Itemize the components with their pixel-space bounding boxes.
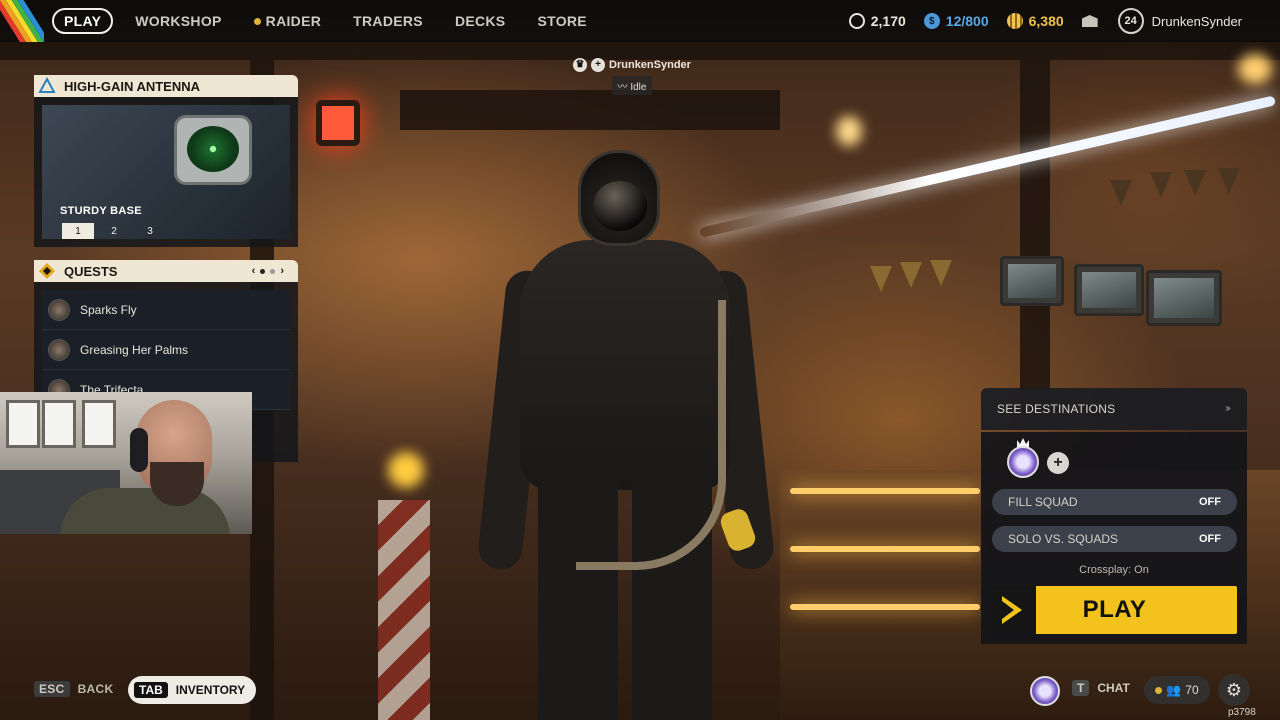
play-button-label: PLAY	[1082, 596, 1147, 623]
chat-avatar[interactable]	[1030, 676, 1060, 706]
top-navigation-bar: PLAY WORKSHOP RAIDER TRADERS DECKS STORE…	[0, 0, 1280, 42]
quests-header: QUESTS ‹ ›	[34, 260, 298, 282]
gear-icon[interactable]: ⚙	[1218, 674, 1250, 706]
streamer-webcam-overlay	[0, 392, 252, 534]
play-arrow-icon	[992, 586, 1036, 634]
coin-icon	[848, 13, 865, 29]
t-key-icon: T	[1072, 680, 1090, 696]
coins-value: 2,170	[870, 13, 906, 29]
see-destinations-button[interactable]: SEE DESTINATIONS ›››	[981, 388, 1247, 430]
inventory-button[interactable]: TAB INVENTORY	[128, 676, 256, 704]
tier-1-button[interactable]: 1	[62, 223, 94, 239]
back-label: BACK	[77, 682, 114, 696]
nav-decks[interactable]: DECKS	[445, 8, 516, 34]
player-nameplate: ♛ + DrunkenSynder 〰 Idle	[562, 58, 702, 95]
fill-squad-value: OFF	[1199, 496, 1221, 508]
online-dot-icon	[1155, 686, 1163, 694]
esc-key-icon: ESC	[34, 681, 70, 697]
chevron-right-icon[interactable]: ›	[280, 265, 284, 277]
nav-store[interactable]: STORE	[527, 8, 596, 34]
player-status: 〰 Idle	[611, 76, 653, 95]
quest-item[interactable]: Sparks Fly	[42, 290, 290, 330]
radar-monitor-icon	[174, 115, 252, 185]
nav-workshop[interactable]: WORKSHOP	[125, 8, 231, 34]
tier-3-button[interactable]: 3	[134, 223, 166, 239]
stash-capacity-value: 12/800	[945, 13, 989, 29]
profile-name: DrunkenSynder	[1151, 13, 1242, 29]
profile-button[interactable]: 24 DrunkenSynder	[1117, 8, 1242, 34]
coins-balance[interactable]: 2,170	[848, 13, 906, 29]
friends-count: 70	[1185, 683, 1199, 697]
crown-icon: ♛	[573, 58, 588, 72]
quest-diamond-icon	[39, 263, 55, 279]
double-chevron-right-icon: ›››	[1225, 403, 1231, 414]
notification-dot-icon	[253, 17, 261, 25]
tab-key-icon: TAB	[134, 682, 168, 698]
quests-title: QUESTS	[64, 263, 118, 279]
antenna-card[interactable]: STURDY BASE 1 2 3	[34, 97, 298, 247]
invite-squad-member-button[interactable]: +	[1047, 452, 1069, 474]
quest-name: Greasing Her Palms	[80, 342, 189, 357]
antenna-title: HIGH-GAIN ANTENNA	[64, 78, 201, 94]
quest-item[interactable]: Greasing Her Palms	[42, 330, 290, 370]
add-friend-icon[interactable]: +	[591, 58, 606, 72]
play-button[interactable]: PLAY	[992, 586, 1237, 634]
stash-icon: $	[923, 13, 940, 29]
back-hint[interactable]: ESC BACK	[34, 681, 113, 697]
page-dot	[270, 268, 276, 274]
antenna-subtitle: STURDY BASE	[60, 205, 142, 217]
squad-leader-avatar[interactable]	[1007, 446, 1039, 478]
antenna-image: STURDY BASE 1 2 3	[42, 105, 290, 239]
see-destinations-label: SEE DESTINATIONS	[997, 402, 1116, 416]
nav-traders[interactable]: TRADERS	[343, 8, 433, 34]
solo-vs-squads-toggle[interactable]: SOLO VS. SQUADS OFF	[992, 526, 1237, 552]
build-version: p3798	[1228, 707, 1256, 718]
nav-play[interactable]: PLAY	[52, 8, 114, 34]
nav-traders-label: TRADERS	[353, 13, 423, 29]
quest-giver-avatar	[48, 338, 70, 361]
page-dot-active	[260, 268, 266, 274]
currency-bar: 2,170 $ 12/800 6,380 24 DrunkenSynder	[848, 0, 1280, 42]
nav-raider-label: RAIDER	[265, 13, 322, 29]
headset-icon	[130, 428, 148, 472]
brand-stripes-logo	[0, 0, 44, 42]
solo-vs-squads-label: SOLO VS. SQUADS	[1008, 532, 1119, 546]
nav-workshop-label: WORKSHOP	[135, 13, 222, 29]
crossplay-status: Crossplay: On	[1079, 564, 1149, 576]
nav-play-label: PLAY	[64, 13, 102, 29]
nav-store-label: STORE	[537, 13, 587, 29]
tier-2-button[interactable]: 2	[98, 223, 130, 239]
player-tag-name: DrunkenSynder	[609, 59, 691, 71]
mail-icon[interactable]	[1081, 15, 1098, 27]
player-level-badge: 24	[1117, 8, 1144, 34]
stash-capacity[interactable]: $ 12/800	[923, 13, 989, 29]
credits-icon	[1006, 13, 1023, 29]
credits-balance[interactable]: 6,380	[1006, 13, 1064, 29]
chat-label: CHAT	[1097, 681, 1130, 695]
fill-squad-label: FILL SQUAD	[1008, 495, 1078, 509]
nav-raider[interactable]: RAIDER	[244, 8, 331, 34]
antenna-header[interactable]: HIGH-GAIN ANTENNA	[34, 75, 298, 97]
nav-decks-label: DECKS	[454, 13, 506, 29]
warning-triangle-icon	[38, 77, 56, 93]
quest-giver-avatar	[48, 298, 70, 321]
quest-name: Sparks Fly	[80, 302, 137, 317]
squad-panel: + FILL SQUAD OFF SOLO VS. SQUADS OFF Cro…	[981, 432, 1247, 644]
solo-vs-squads-value: OFF	[1199, 533, 1221, 545]
main-nav: PLAY WORKSHOP RAIDER TRADERS DECKS STORE	[52, 8, 609, 34]
raider-character	[476, 150, 776, 720]
fill-squad-toggle[interactable]: FILL SQUAD OFF	[992, 489, 1237, 515]
inventory-label: INVENTORY	[175, 683, 246, 697]
antenna-tier-selector: 1 2 3	[62, 223, 166, 239]
chat-button[interactable]: T CHAT	[1072, 680, 1130, 696]
player-status-text: Idle	[630, 82, 647, 93]
helmet-visor	[593, 181, 647, 231]
chevron-left-icon[interactable]: ‹	[252, 265, 256, 277]
friends-button[interactable]: 👥 70	[1144, 676, 1210, 704]
credits-value: 6,380	[1028, 13, 1064, 29]
quests-pager: ‹ ›	[252, 265, 284, 277]
friends-icon: 👥	[1166, 683, 1182, 697]
